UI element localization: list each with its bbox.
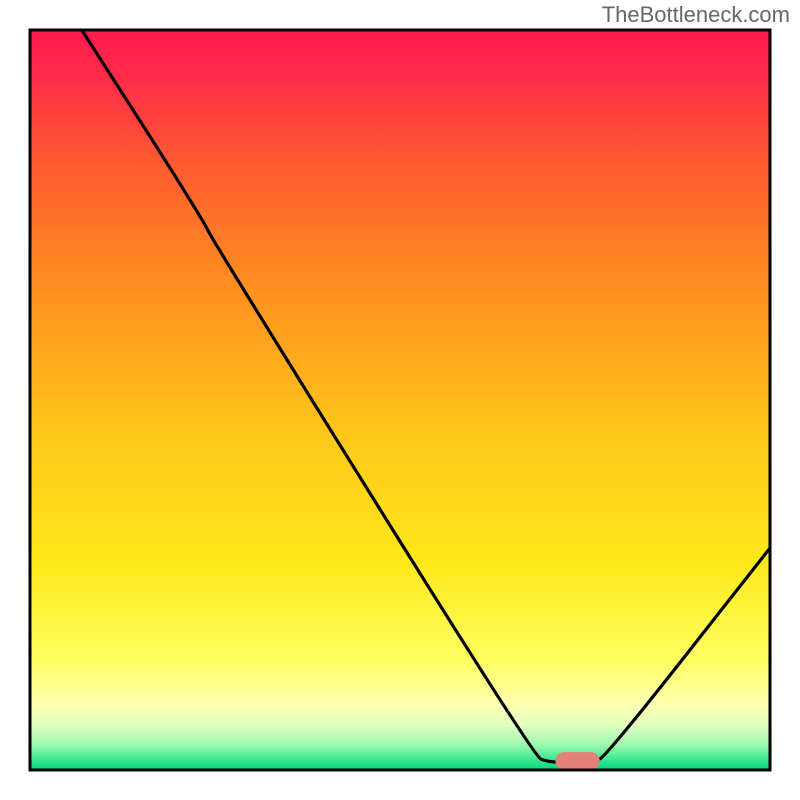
gradient-background <box>30 30 770 770</box>
chart-svg <box>0 0 800 800</box>
bottleneck-chart: TheBottleneck.com <box>0 0 800 800</box>
optimal-marker <box>555 752 599 770</box>
watermark-text: TheBottleneck.com <box>602 2 790 28</box>
